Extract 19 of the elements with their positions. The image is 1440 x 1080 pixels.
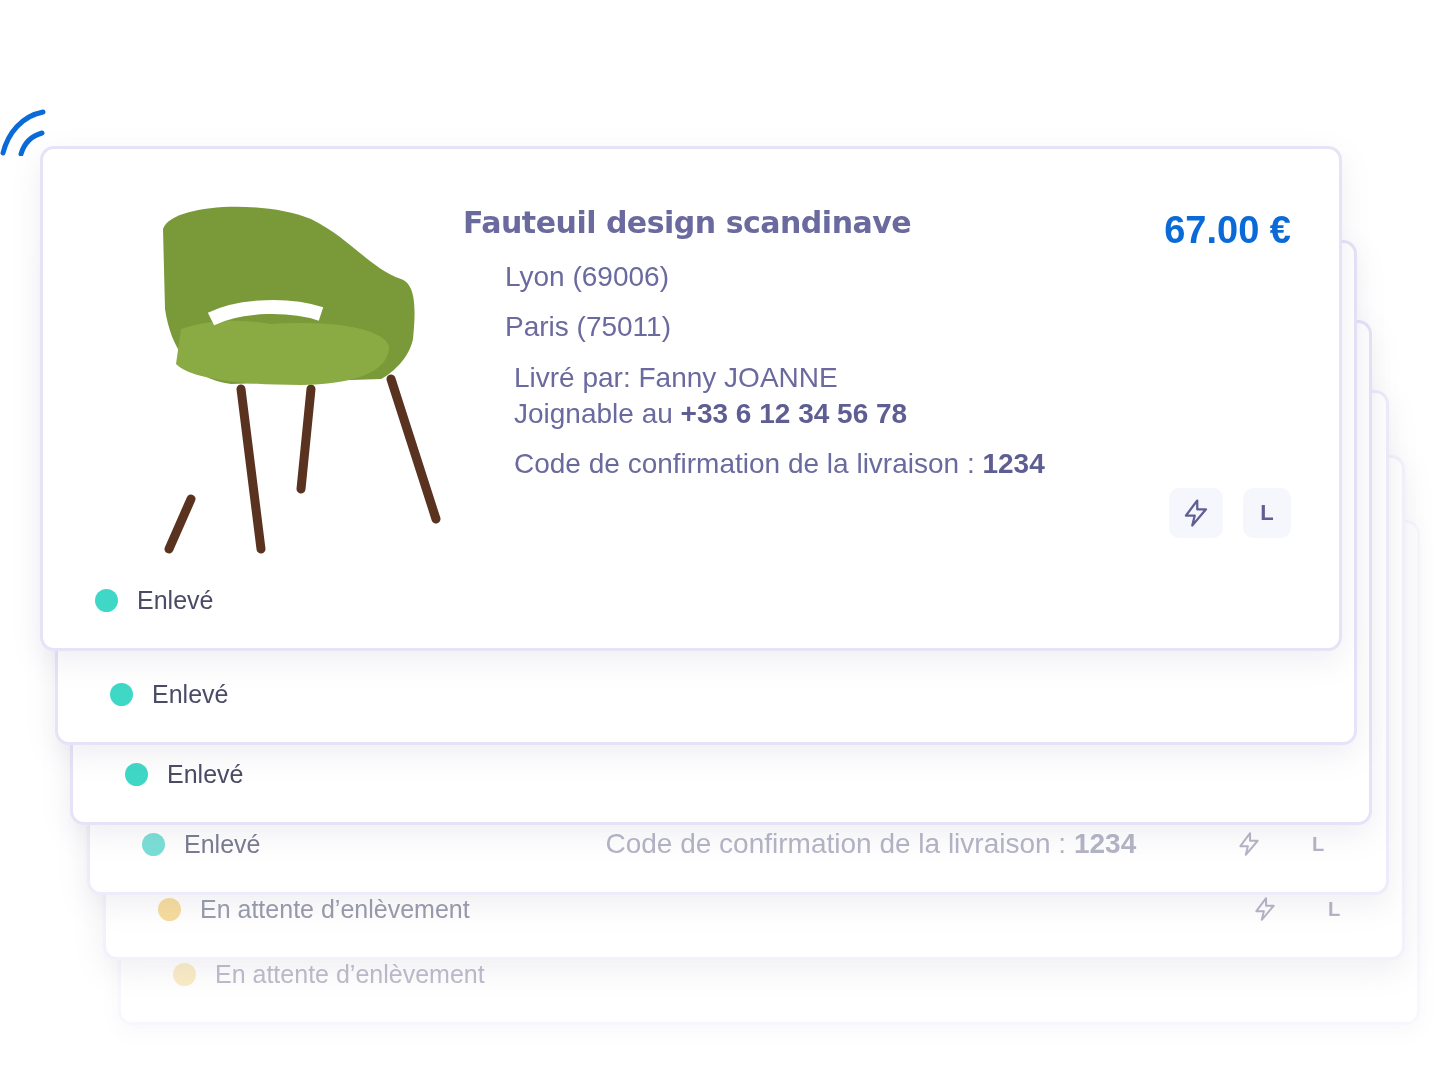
lightning-icon[interactable] [1169,488,1223,538]
delivery-address: Paris (75011) [505,310,672,344]
product-title: Fauteuil design scandinave [463,205,912,240]
status-label: Enlevé [167,759,244,789]
pickup-address: Lyon (69006) [505,260,670,294]
status-label: En attente d’enlèvement [215,959,485,989]
courier-name: Livré par: Fanny JOANNE [514,361,839,395]
size-badge[interactable]: L [1321,894,1347,924]
signal-arcs-icon [0,108,46,156]
confirmation-code: Code de confirmation de la livraison : 1234 [514,447,1046,481]
price: 67.00 € [1164,209,1291,252]
status-label: Enlevé [184,829,261,859]
size-badge[interactable]: L [1243,488,1291,538]
status-label: Enlevé [152,679,229,709]
status-label: Enlevé [137,585,214,615]
courier-phone: Joignable au +33 6 12 34 56 78 [514,397,909,431]
status-label: En attente d’enlèvement [200,894,470,924]
confirmation-code: Code de confirmation de la livraison : 1234 [605,828,1137,860]
size-badge[interactable]: L [1305,829,1331,859]
